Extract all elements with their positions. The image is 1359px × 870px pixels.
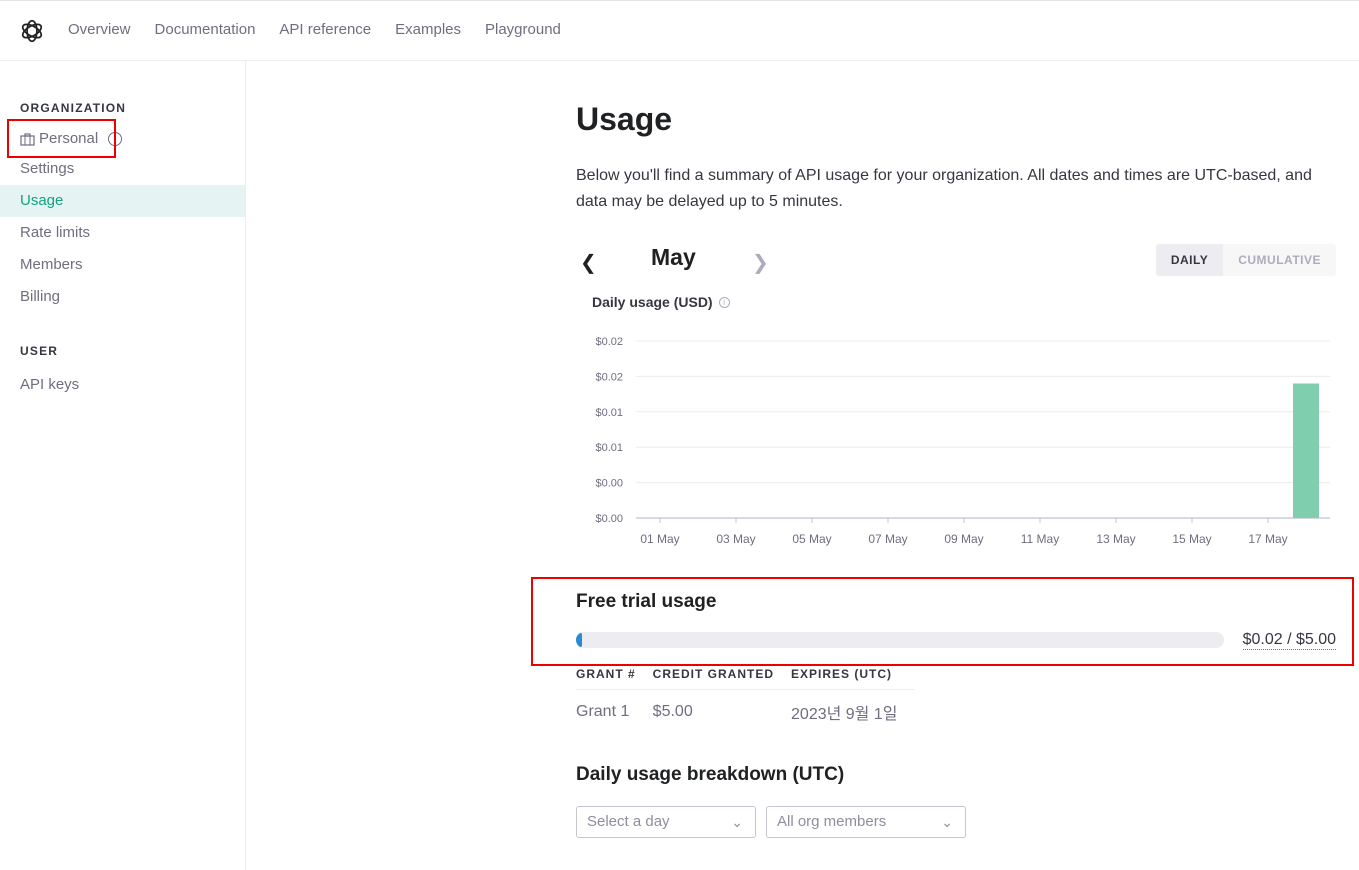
day-select[interactable]: Select a day ⌄	[576, 806, 756, 838]
table-row: Grant 1 $5.00 2023년 9월 1일	[576, 690, 914, 725]
sidebar-item-usage[interactable]: Usage	[0, 185, 245, 217]
table-header-row: GRANT # CREDIT GRANTED EXPIRES (UTC)	[576, 667, 915, 690]
page-title: Usage	[576, 101, 673, 137]
info-icon[interactable]: i	[718, 296, 730, 308]
x-tick-label: 07 May	[868, 532, 907, 546]
nav-links: Overview Documentation API reference Exa…	[68, 21, 585, 38]
x-tick-label: 13 May	[1096, 532, 1135, 546]
sidebar-item-billing[interactable]: Billing	[0, 281, 245, 313]
member-select[interactable]: All org members ⌄	[766, 806, 966, 838]
y-tick-label: $0.01	[595, 442, 623, 454]
x-tick-label: 01 May	[640, 532, 679, 546]
x-tick-label: 11 May	[1021, 532, 1059, 546]
day-select-value: Select a day	[587, 813, 670, 830]
col-expires: EXPIRES (UTC)	[791, 667, 915, 690]
sidebar-item-members[interactable]: Members	[0, 249, 245, 281]
chart-title: Daily usage (USD) i	[592, 294, 730, 310]
sidebar: ORGANIZATION Personal i Settings Usage R…	[0, 61, 246, 870]
month-label: May	[651, 244, 696, 270]
grant-id-cell: Grant 1	[576, 703, 630, 720]
chevron-down-icon: ⌄	[941, 814, 953, 830]
toggle-cumulative[interactable]: CUMULATIVE	[1223, 244, 1336, 276]
chart-title-label: Daily usage (USD)	[592, 294, 713, 310]
breakdown-title: Daily usage breakdown (UTC)	[576, 764, 845, 785]
top-nav: Overview Documentation API reference Exa…	[0, 0, 1359, 61]
x-tick-label: 15 May	[1172, 532, 1211, 546]
highlight-box-usage	[7, 119, 116, 158]
chevron-down-icon: ⌄	[731, 814, 743, 830]
y-tick-label: $0.00	[595, 513, 623, 525]
nav-api-reference[interactable]: API reference	[279, 21, 371, 38]
nav-examples[interactable]: Examples	[395, 21, 461, 38]
credit-granted-cell: $5.00	[652, 703, 693, 720]
y-tick-label: $0.02	[595, 371, 623, 383]
y-tick-label: $0.01	[595, 407, 623, 419]
y-tick-label: $0.00	[595, 478, 623, 490]
grant-table: GRANT # CREDIT GRANTED EXPIRES (UTC) Gra…	[576, 667, 915, 725]
y-tick-label: $0.02	[595, 336, 623, 348]
expires-cell: 2023년 9월 1일	[791, 706, 898, 723]
chart-bar	[1293, 383, 1319, 518]
daily-usage-chart: $0.02 $0.02 $0.01 $0.01 $0.00 $0.00 01 May 03 M…	[595, 336, 1330, 546]
toggle-daily[interactable]: DAILY	[1155, 244, 1224, 276]
page-description: Below you'll find a summary of API usage…	[576, 167, 1312, 210]
col-grant: GRANT #	[576, 667, 653, 690]
x-tick-label: 03 May	[716, 532, 755, 546]
x-tick-label: 17 May	[1248, 532, 1287, 546]
x-tick-label: 09 May	[944, 532, 983, 546]
sidebar-item-api-keys[interactable]: API keys	[0, 369, 245, 401]
nav-overview[interactable]: Overview	[68, 21, 131, 38]
highlight-box-free-trial	[531, 577, 1354, 666]
chevron-left-icon[interactable]: ❮	[580, 250, 597, 275]
view-toggle: DAILY CUMULATIVE	[1155, 244, 1336, 276]
sidebar-item-rate-limits[interactable]: Rate limits	[0, 217, 245, 249]
nav-playground[interactable]: Playground	[485, 21, 561, 38]
openai-logo-icon[interactable]	[19, 18, 45, 44]
col-credit-granted: CREDIT GRANTED	[652, 667, 792, 690]
nav-documentation[interactable]: Documentation	[155, 21, 256, 38]
chevron-right-icon[interactable]: ❯	[752, 250, 769, 275]
member-select-value: All org members	[777, 813, 887, 830]
sidebar-heading-organization: ORGANIZATION	[20, 101, 127, 115]
month-navigator: ❮ May ❯ DAILY CUMULATIVE	[576, 244, 1336, 276]
sidebar-heading-user: USER	[20, 344, 59, 358]
x-tick-label: 05 May	[792, 532, 831, 546]
